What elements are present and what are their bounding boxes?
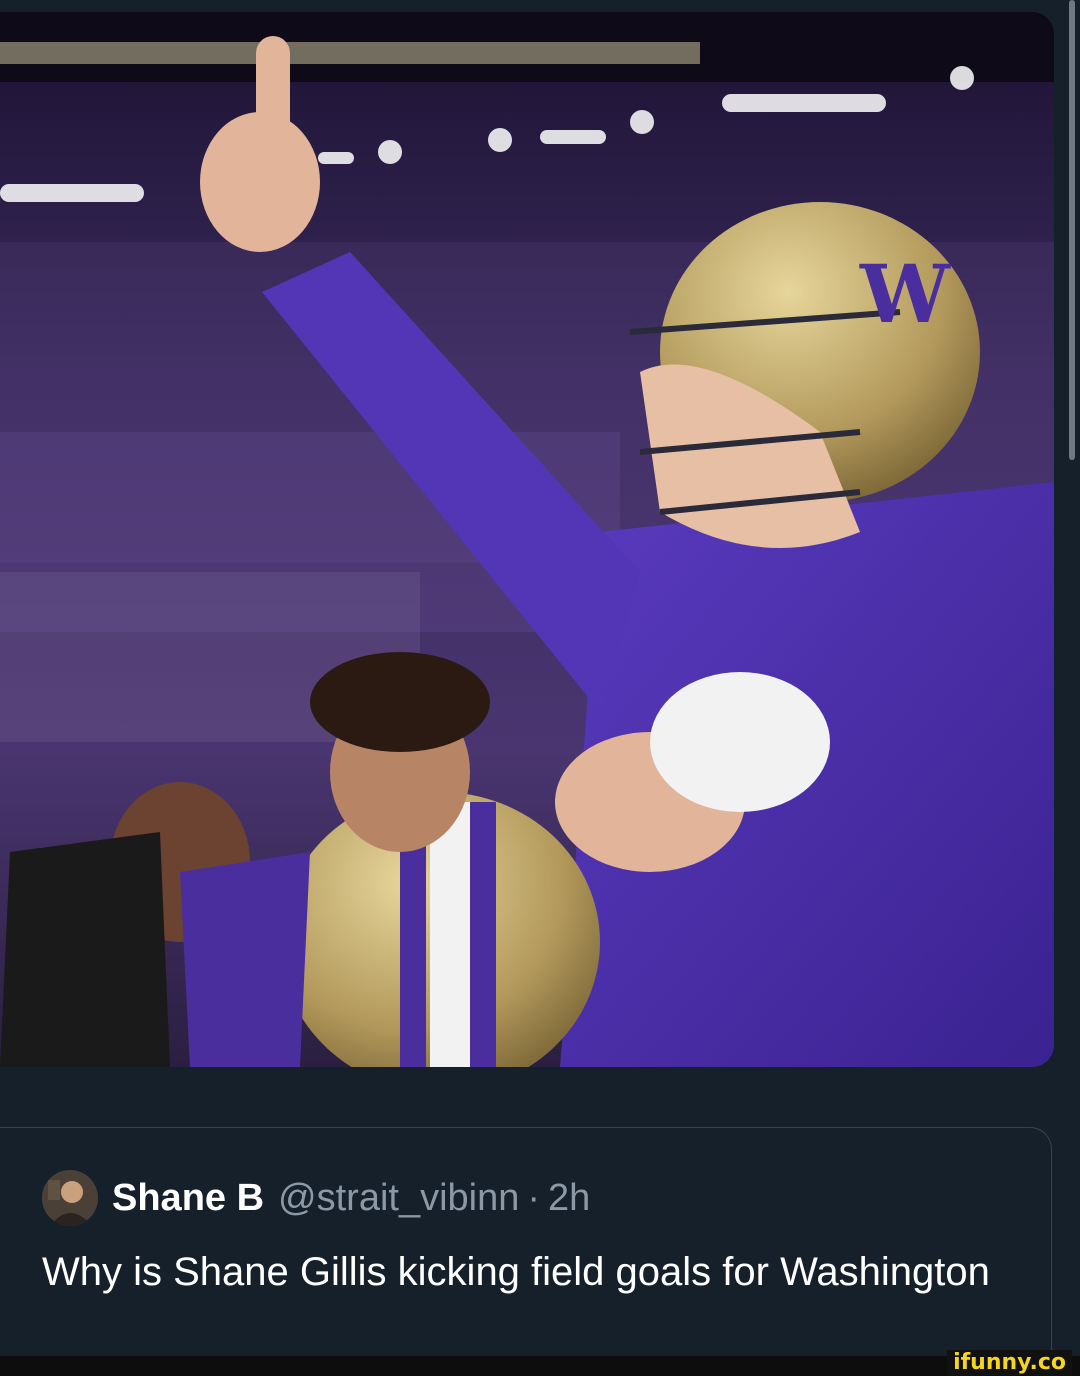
post-timestamp[interactable]: 2h bbox=[548, 1177, 590, 1220]
football-celebration-image: W bbox=[0, 12, 1054, 1067]
quote-post-screen: W Shane B @strait_vibinn · 2h Why is Sha… bbox=[0, 0, 1080, 1376]
author-display-name[interactable]: Shane B bbox=[112, 1177, 264, 1220]
avatar-photo-icon bbox=[42, 1170, 98, 1226]
post-author-row: Shane B @strait_vibinn · 2h bbox=[42, 1168, 590, 1228]
author-handle[interactable]: @strait_vibinn bbox=[278, 1177, 519, 1220]
scrollbar[interactable] bbox=[1069, 0, 1075, 460]
post-photo[interactable]: W bbox=[0, 12, 1054, 1067]
watermark-strip bbox=[0, 1356, 1080, 1376]
svg-text:W: W bbox=[859, 247, 951, 341]
post-text: Why is Shane Gillis kicking field goals … bbox=[42, 1250, 990, 1294]
user-avatar[interactable] bbox=[42, 1170, 98, 1226]
meta-separator: · bbox=[527, 1176, 541, 1219]
site-watermark: ifunny.co bbox=[947, 1350, 1072, 1376]
